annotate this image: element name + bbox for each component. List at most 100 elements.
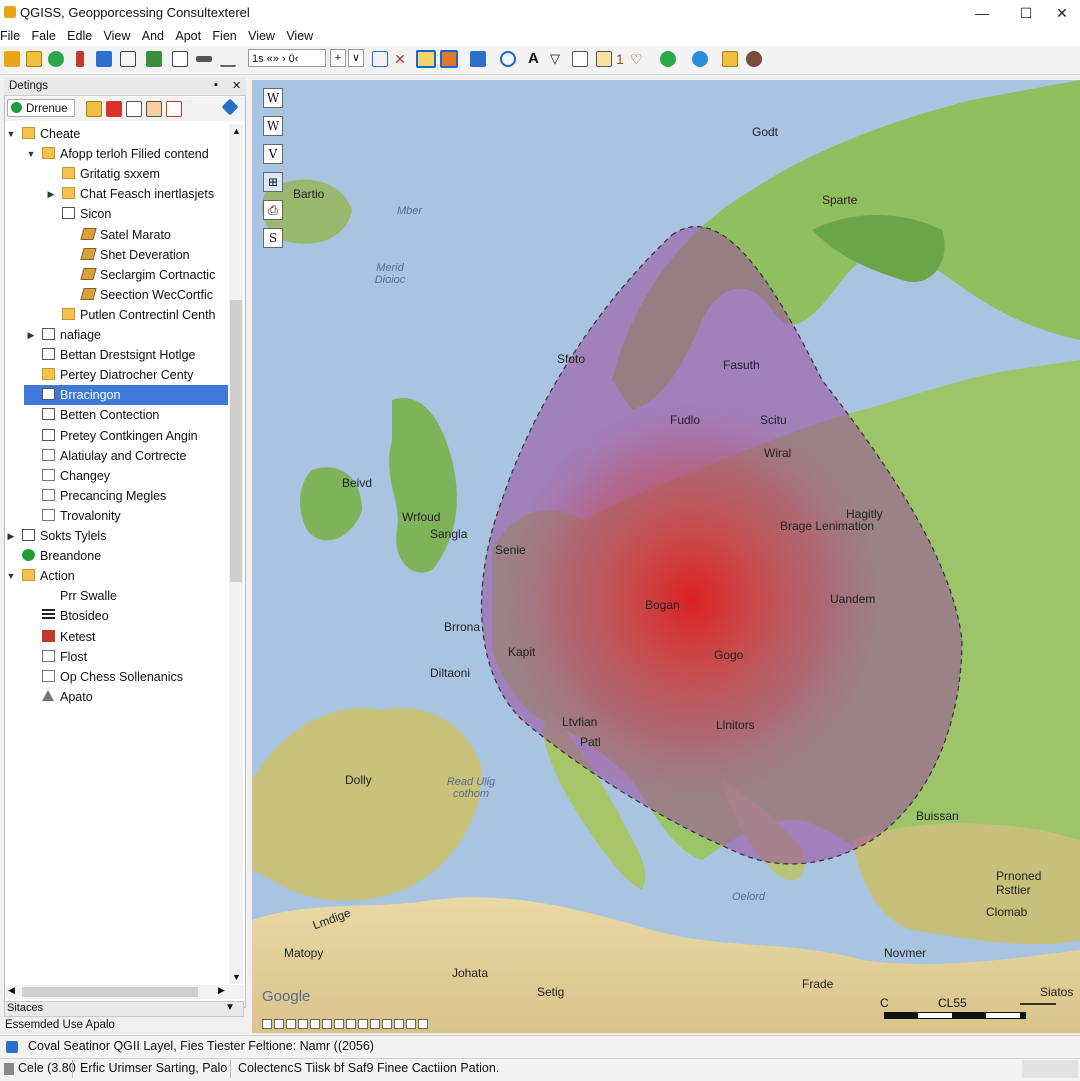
tree-item[interactable]: Bettan Drestsignt Hotlge <box>6 345 228 365</box>
tree-item[interactable]: Alatiulay and Cortrecte <box>6 446 228 466</box>
pin-icon[interactable] <box>76 51 84 67</box>
menu-and[interactable]: And <box>138 26 168 46</box>
menu-apot[interactable]: Apot <box>171 26 205 46</box>
tree-item[interactable]: Trovalonity <box>6 506 228 526</box>
mini-tool-icon[interactable] <box>346 1019 356 1029</box>
heart-icon[interactable]: ♡ <box>630 51 646 67</box>
panel-close-button[interactable]: ✕ <box>232 79 241 92</box>
menu-edle[interactable]: Edle <box>63 26 96 46</box>
refresh-icon[interactable] <box>500 51 516 67</box>
coordinate-input[interactable]: 1s «» › 0‹ <box>248 49 326 67</box>
tree-item[interactable]: Prr Swalle <box>6 586 228 606</box>
globe-icon[interactable] <box>692 51 708 67</box>
table-icon[interactable] <box>146 51 162 67</box>
triangle-icon[interactable]: ▽ <box>550 51 566 67</box>
expand-all-icon[interactable] <box>126 101 142 117</box>
mini-tool-icon[interactable] <box>418 1019 428 1029</box>
save-icon[interactable] <box>96 51 112 67</box>
tree-item[interactable]: Seection WecCortfic <box>6 285 228 305</box>
dropdown-button[interactable]: ∨ <box>348 49 364 67</box>
folder-icon[interactable] <box>722 51 738 67</box>
expand-arrow-icon[interactable]: ▶ <box>6 526 16 546</box>
map-canvas[interactable] <box>252 80 1080 1033</box>
menu-fien[interactable]: Fien <box>208 26 240 46</box>
menu-view-2[interactable]: View <box>244 26 279 46</box>
tree-hscroll-thumb[interactable] <box>22 987 198 997</box>
mini-tool-icon[interactable] <box>274 1019 284 1029</box>
tree-item[interactable]: ▼ Cheate <box>6 124 228 144</box>
tree-item[interactable]: Seclargim Cortnactic <box>6 265 228 285</box>
tree-scroll-thumb[interactable] <box>230 300 242 582</box>
calculator-icon[interactable] <box>172 51 188 67</box>
scroll-up-icon[interactable]: ▲ <box>232 126 241 136</box>
mini-tool-icon[interactable] <box>334 1019 344 1029</box>
tree-item[interactable]: Brracingon <box>24 385 228 406</box>
browser-panel-row[interactable]: Essemded Use Apalo <box>5 1019 115 1031</box>
tree-item[interactable]: Betten Contection <box>6 405 228 425</box>
tree-item[interactable]: ▼ Afopp terloh Filied contend <box>6 144 228 164</box>
document-icon[interactable] <box>572 51 588 67</box>
open-project-icon[interactable] <box>4 51 20 67</box>
status-settings[interactable]: Erfic Urimser Sarting, Palo <box>80 1061 227 1075</box>
mini-tool-icon[interactable] <box>310 1019 320 1029</box>
mini-tool-icon[interactable] <box>358 1019 368 1029</box>
tree-item[interactable]: Putlen Contrectinl Centh <box>6 305 228 325</box>
map-tool-w2-icon[interactable]: W <box>263 116 283 136</box>
mini-tool-icon[interactable] <box>322 1019 332 1029</box>
counter-icon[interactable]: 1 <box>616 51 624 67</box>
minimize-button[interactable]: — <box>960 0 1004 26</box>
menu-fale[interactable]: Fale <box>28 26 60 46</box>
collapse-arrow-icon[interactable]: ▼ <box>26 144 36 164</box>
add-group-icon[interactable] <box>86 101 102 117</box>
add-layer-icon[interactable] <box>48 51 64 67</box>
scroll-down-icon[interactable]: ▼ <box>232 972 241 982</box>
menu-file[interactable]: File <box>0 26 24 46</box>
pan-icon[interactable] <box>120 51 136 67</box>
panel-pin-icon[interactable]: ▪ <box>214 79 218 91</box>
deselect-icon[interactable]: ✕ <box>392 51 408 67</box>
tree-item[interactable]: Changey <box>6 466 228 486</box>
tree-item[interactable]: Flost <box>6 647 228 667</box>
collapse-all-icon[interactable] <box>146 101 162 117</box>
tree-item[interactable]: Ketest <box>6 627 228 647</box>
text-tool-icon[interactable]: A <box>528 50 539 67</box>
menu-view-3[interactable]: View <box>282 26 317 46</box>
mini-tool-icon[interactable] <box>286 1019 296 1029</box>
scroll-left-icon[interactable]: ◀ <box>8 985 15 996</box>
select-icon[interactable] <box>372 51 388 67</box>
layout-icon[interactable] <box>470 51 486 67</box>
tree-item[interactable]: Breandone <box>6 546 228 566</box>
mini-tool-icon[interactable] <box>370 1019 380 1029</box>
menu-view[interactable]: View <box>100 26 135 46</box>
mini-tool-icon[interactable] <box>406 1019 416 1029</box>
mini-tool-icon[interactable] <box>298 1019 308 1029</box>
tree-item[interactable]: Pretey Contkingen Angin <box>6 426 228 446</box>
collapse-arrow-icon[interactable]: ▼ <box>6 124 16 144</box>
user-icon[interactable] <box>746 51 762 67</box>
note-icon[interactable] <box>596 51 612 67</box>
edit-icon[interactable] <box>26 51 42 67</box>
map-tool-print-icon[interactable]: ⎙ <box>263 200 283 220</box>
remove-layer-icon[interactable] <box>106 101 122 117</box>
zoom-plus-button[interactable]: + <box>330 49 346 67</box>
expand-arrow-icon[interactable]: ▶ <box>26 325 36 345</box>
tree-item[interactable]: Shet Deveration <box>6 245 228 265</box>
scroll-right-icon[interactable]: ▶ <box>218 985 225 996</box>
tree-item[interactable]: Sicon <box>6 204 228 224</box>
map-tool-w-icon[interactable]: W <box>263 88 283 108</box>
plugin-icon[interactable] <box>660 51 676 67</box>
manage-layers-icon[interactable] <box>166 101 182 117</box>
tree-item[interactable]: Satel Marato <box>6 225 228 245</box>
measure-icon[interactable] <box>220 51 236 67</box>
tree-item[interactable]: ▼ Action <box>6 566 228 586</box>
expand-arrow-icon[interactable]: ▶ <box>46 184 56 204</box>
mini-tool-icon[interactable] <box>382 1019 392 1029</box>
identify-icon[interactable] <box>416 50 436 68</box>
map-tool-grid-icon[interactable]: ⊞ <box>263 172 283 192</box>
attribute-icon[interactable] <box>440 50 458 68</box>
status-projection[interactable]: ColectencS Tiisk bf Saf9 Finee Cactiion … <box>238 1061 499 1075</box>
collapse-arrow-icon[interactable]: ▼ <box>6 566 16 586</box>
map-tool-v-icon[interactable]: V <box>263 144 283 164</box>
mini-tool-icon[interactable] <box>394 1019 404 1029</box>
tree-item[interactable]: Btosideo <box>6 606 228 626</box>
